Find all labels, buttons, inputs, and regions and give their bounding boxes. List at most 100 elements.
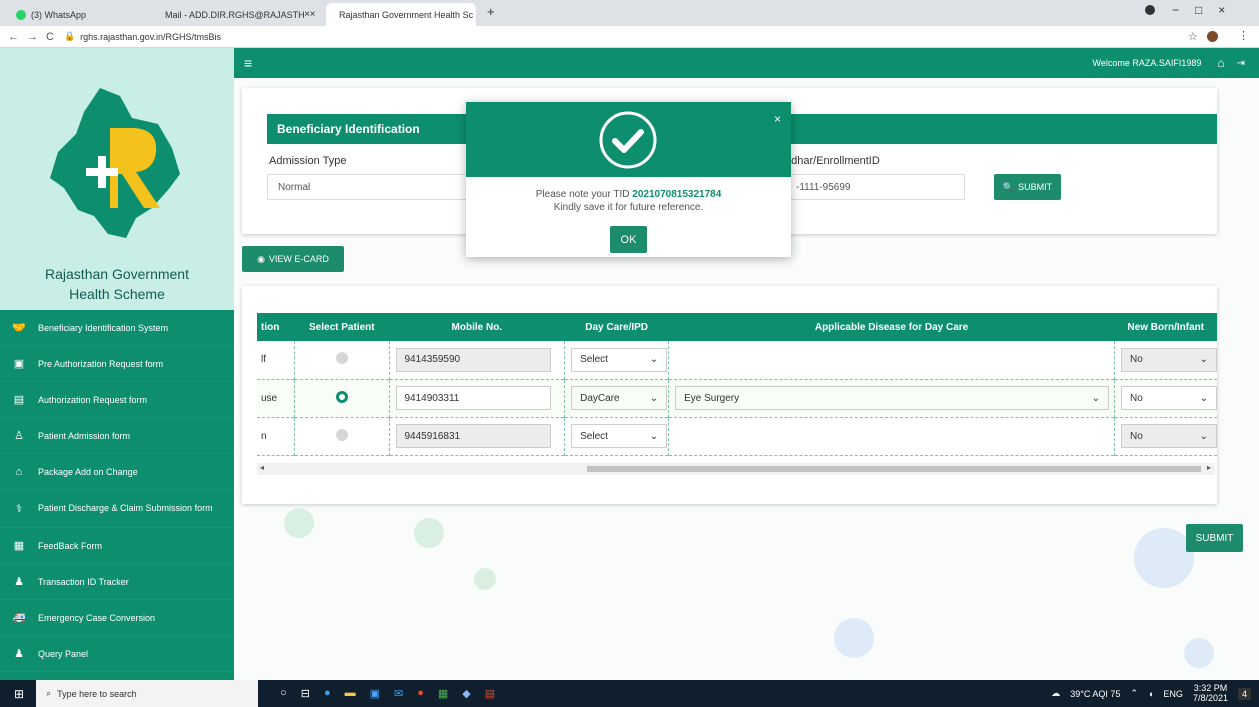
more-menu-icon[interactable]: ⋮ (1238, 29, 1249, 42)
newborn-select[interactable]: No ⌄ (1121, 424, 1217, 448)
tab-label: Mail - ADD.DIR.RGHS@RAJASTH (165, 9, 305, 20)
col-header-newborn: New Born/Infant (1127, 321, 1205, 333)
tab-label: (3) WhatsApp (31, 9, 87, 20)
patient-table: tion Select Patient Mobile No. Day Care/… (257, 313, 1217, 456)
sidebar-item-emergency-case[interactable]: 🚑 Emergency Case Conversion (0, 600, 234, 636)
sidebar-item-transaction-tracker[interactable]: ♟ Transaction ID Tracker (0, 564, 234, 600)
address-bar: ← → C 🔒 rghs.rajasthan.gov.in/RGHS/tmsBi… (0, 26, 1259, 48)
aadhar-field[interactable]: -1111-95699 (785, 174, 965, 200)
close-tab-icon[interactable]: × (310, 9, 316, 20)
tid-prefix: Please note your TID (535, 189, 633, 200)
system-tray: ☁ 39°C AQI 75 ⌃ ◖ ENG 3:32 PM 7/8/2021 4 (1051, 683, 1251, 704)
scrollbar-thumb[interactable] (587, 466, 1201, 472)
sidebar-item-authorization[interactable]: ▤ Authorization Request form (0, 382, 234, 418)
lang-text[interactable]: ENG (1163, 689, 1183, 699)
select-patient-radio[interactable] (335, 390, 348, 403)
store-icon[interactable]: ▣ (370, 687, 380, 700)
cortana-icon[interactable]: ○ (280, 687, 287, 700)
check-circle-icon (599, 111, 657, 169)
chevron-down-icon: ⌄ (649, 392, 659, 404)
chevron-down-icon: ⌄ (1199, 430, 1208, 442)
search-icon: 🔍 (1002, 181, 1015, 192)
submit-button[interactable]: SUBMIT (1186, 524, 1243, 552)
mobile-input[interactable]: 9414903311 (395, 386, 551, 410)
newborn-select[interactable]: No ⌄ (1121, 347, 1217, 372)
avatar[interactable] (1207, 31, 1218, 42)
daycare-select[interactable]: DayCare ⌄ (571, 386, 668, 410)
sidebar-item-pre-authorization[interactable]: ▣ Pre Authorization Request form (0, 346, 234, 382)
bookmark-star-icon[interactable]: ☆ (1188, 30, 1198, 43)
tab-label: Rajasthan Government Health Sc (339, 9, 474, 20)
bg-dot (1134, 528, 1194, 588)
query-icon: ♟ (14, 648, 24, 660)
maximize-button[interactable]: □ (1195, 3, 1202, 17)
volume-icon[interactable]: ◖ (1148, 689, 1153, 699)
ok-button[interactable]: OK (610, 226, 647, 253)
profile-icon[interactable] (1145, 5, 1155, 15)
view-ecard-button[interactable]: ◉ VIEW E-CARD (242, 246, 344, 272)
admission-type-field[interactable]: Normal (267, 174, 487, 200)
home-icon[interactable]: ⌂ (1217, 56, 1224, 70)
hamburger-menu-icon[interactable]: ≡ (244, 55, 252, 71)
table-row: n 9445916831 Select ⌄ No ⌄ (257, 417, 1217, 455)
paint-icon[interactable]: ▤ (485, 687, 495, 700)
submit-identification-button[interactable]: 🔍 SUBMIT (994, 174, 1061, 200)
new-tab-button[interactable]: + (487, 4, 495, 19)
col-header-relation: tion (261, 321, 280, 333)
reload-icon[interactable]: C (46, 31, 54, 43)
window-controls: − □ × (1172, 3, 1225, 17)
app-icon[interactable]: ◆ (462, 687, 470, 700)
newborn-select[interactable]: No ⌄ (1121, 386, 1217, 410)
notification-badge[interactable]: 4 (1237, 687, 1251, 700)
sidebar-item-label: Pre Authorization Request form (38, 358, 164, 369)
edge-icon[interactable]: ● (324, 687, 331, 700)
sidebar-item-label: FeedBack Form (38, 540, 103, 551)
logout-icon[interactable]: ⇥ (1237, 58, 1245, 69)
task-view-icon[interactable]: ⊟ (301, 687, 310, 700)
disease-select[interactable]: Eye Surgery ⌄ (675, 386, 1110, 410)
sidebar-item-query-panel[interactable]: ♟ Query Panel (0, 636, 234, 672)
modal-close-icon[interactable]: × (774, 112, 781, 126)
url-field[interactable]: 🔒 rghs.rajasthan.gov.in/RGHS/tmsBis (64, 31, 221, 42)
sidebar-item-discharge-claim[interactable]: ⚕ Patient Discharge & Claim Submission fo… (0, 490, 234, 528)
table-row: lf 9414359590 Select ⌄ No ⌄ (257, 341, 1217, 379)
mail-icon[interactable]: ✉ (394, 687, 403, 700)
tab-mail[interactable]: Mail - ADD.DIR.RGHS@RAJASTH × (152, 3, 322, 26)
relation-cell: lf (257, 341, 296, 379)
scroll-right-icon[interactable]: ▸ (1207, 463, 1211, 472)
feedback-icon: ▦ (13, 540, 25, 552)
sidebar-item-feedback[interactable]: ▦ FeedBack Form (0, 528, 234, 564)
scroll-left-icon[interactable]: ◂ (260, 463, 264, 472)
file-explorer-icon[interactable]: ▬ (345, 687, 356, 700)
back-icon[interactable]: ← (8, 31, 19, 43)
clock[interactable]: 3:32 PM 7/8/2021 (1193, 683, 1228, 704)
chrome-icon[interactable]: ● (417, 687, 424, 700)
disease-cell (668, 341, 1115, 379)
newborn-cell: No ⌄ (1115, 417, 1217, 455)
chevron-down-icon: ⌄ (649, 354, 659, 366)
taskbar-search[interactable]: ⌕ Type here to search (36, 680, 259, 707)
select-patient-radio[interactable] (335, 428, 348, 441)
sidebar-item-beneficiary-identification[interactable]: 🤝 Beneficiary Identification System (0, 310, 234, 346)
table-row: use 9414903311 DayCare ⌄ Eye Surgery ⌄ No ⌄ (257, 379, 1217, 417)
search-icon: ⌕ (46, 688, 52, 698)
patient-table-card: tion Select Patient Mobile No. Day Care/… (242, 286, 1217, 504)
select-patient-radio[interactable] (335, 352, 348, 365)
weather-text[interactable]: 39°C AQI 75 (1070, 689, 1120, 699)
minimize-button[interactable]: − (1172, 3, 1179, 17)
sidebar-item-patient-admission[interactable]: ♙ Patient Admission form (0, 418, 234, 454)
daycare-select[interactable]: Select ⌄ (571, 347, 668, 372)
tab-rghs[interactable]: Rajasthan Government Health Sc × (326, 3, 476, 26)
excel-icon[interactable]: ▦ (438, 687, 448, 700)
close-window-button[interactable]: × (1218, 3, 1225, 17)
tray-chevron-icon[interactable]: ⌃ (1130, 688, 1138, 699)
newborn-value: No (1130, 392, 1143, 404)
windows-start-icon[interactable]: ⊞ (14, 687, 24, 701)
daycare-select[interactable]: Select ⌄ (571, 424, 668, 448)
mobile-input[interactable]: 9445916831 (395, 424, 551, 448)
horizontal-scrollbar[interactable]: ◂ ▸ (257, 463, 1215, 475)
forward-icon[interactable]: → (27, 31, 38, 43)
sidebar-item-package-add-on[interactable]: ⌂ Package Add on Change (0, 454, 234, 490)
weather-icon: ☁ (1051, 688, 1061, 698)
mobile-input[interactable]: 9414359590 (395, 347, 551, 372)
